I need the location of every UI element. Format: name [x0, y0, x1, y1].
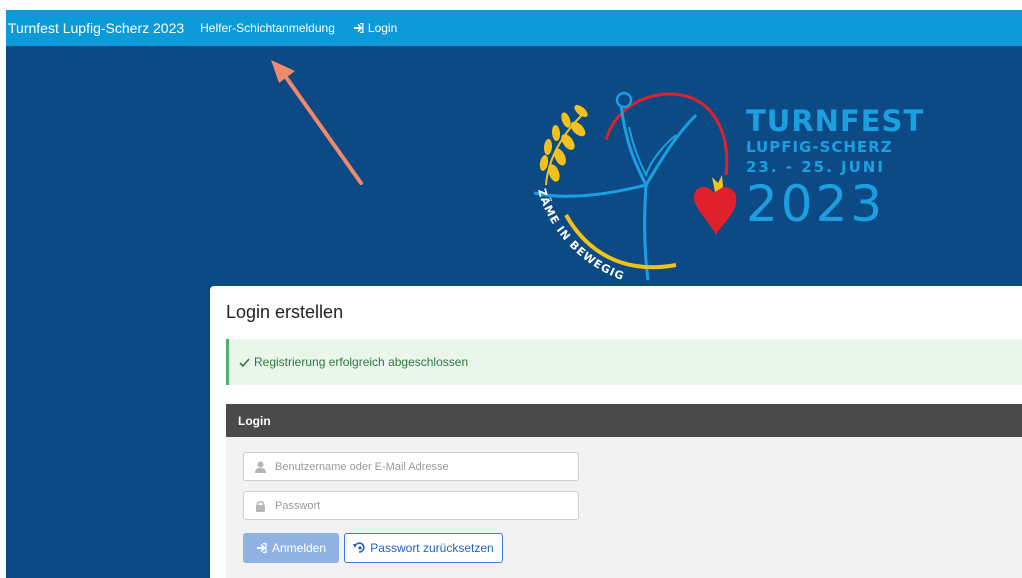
username-field[interactable]	[243, 452, 579, 481]
nav-link-login[interactable]: Login	[353, 21, 397, 35]
login-button[interactable]: Anmelden	[243, 533, 339, 563]
logo-location: LUPFIG-SCHERZ	[746, 138, 893, 156]
login-card: Login erstellen Registrierung erfolgreic…	[210, 286, 1022, 578]
sign-in-icon	[256, 543, 267, 553]
reset-password-button[interactable]: Passwort zurücksetzen	[344, 533, 503, 563]
nav-link-label: Helfer-Schichtanmeldung	[200, 21, 335, 35]
navbar-brand[interactable]: Turnfest Lupfig-Scherz 2023	[8, 20, 184, 36]
username-input[interactable]	[275, 460, 555, 473]
sign-in-icon	[353, 23, 364, 33]
logo-title: TURNFEST	[746, 104, 925, 138]
password-field[interactable]	[243, 491, 579, 520]
panel-header: Login	[226, 404, 1022, 437]
logo-dates: 23. - 25. JUNI	[746, 158, 885, 176]
logo-year: 2023	[746, 175, 886, 233]
reset-key-icon	[353, 542, 365, 553]
page-title: Login erstellen	[226, 302, 344, 322]
top-navbar: Turnfest Lupfig-Scherz 2023 Helfer-Schic…	[6, 10, 1022, 46]
nav-link-helfer-schichtanmeldung[interactable]: Helfer-Schichtanmeldung	[200, 21, 335, 35]
alert-text: Registrierung erfolgreich abgeschlossen	[254, 355, 469, 369]
check-icon	[239, 357, 250, 367]
password-input[interactable]	[275, 499, 555, 512]
login-panel: Login Anmelden	[226, 404, 1022, 578]
user-icon	[255, 461, 266, 473]
arrow-icon	[271, 60, 363, 185]
logo-text: TURNFEST LUPFIG-SCHERZ 23. - 25. JUNI 20…	[746, 105, 1006, 231]
lock-icon	[256, 500, 265, 512]
success-alert: Registrierung erfolgreich abgeschlossen	[226, 339, 1022, 385]
app-frame: Turnfest Lupfig-Scherz 2023 Helfer-Schic…	[6, 10, 1022, 578]
reset-password-button-label: Passwort zurücksetzen	[370, 541, 494, 555]
nav-link-label: Login	[367, 21, 398, 35]
login-button-label: Anmelden	[271, 541, 327, 555]
